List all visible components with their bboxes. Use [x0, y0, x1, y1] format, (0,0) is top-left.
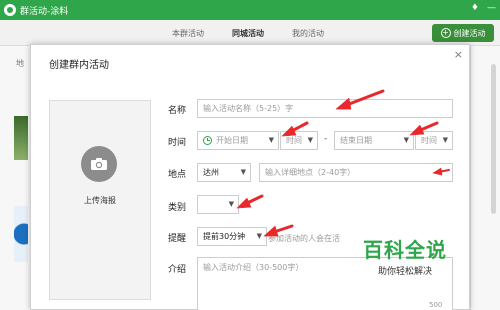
chevron-down-icon: ▼	[228, 200, 234, 208]
watermark-subtitle: 助你轻松解决	[377, 267, 432, 277]
activity-thumbnail[interactable]	[14, 116, 28, 160]
end-time-placeholder: 时间	[421, 136, 437, 145]
date-range-separator: -	[324, 134, 328, 144]
chevron-down-icon: ▼	[256, 232, 262, 240]
activity-tabs: 本群活动 同城活动 我的活动 + 创建活动	[0, 20, 500, 46]
name-input[interactable]: 输入活动名称（5-25）字	[197, 99, 453, 118]
poster-upload-label: 上传海报	[84, 196, 116, 205]
scrollbar[interactable]	[491, 64, 496, 214]
title-bar: 群活动-涂料 ♦ —	[0, 0, 500, 20]
time-label: 时间	[168, 138, 187, 148]
start-date-picker[interactable]: 开始日期 ▼	[197, 131, 279, 150]
tab-local-activities[interactable]: 同城活动	[232, 28, 264, 39]
dialog-title: 创建群内活动	[49, 60, 109, 71]
remind-hint-text: 参加活动的人会在活	[268, 234, 340, 243]
clock-icon	[203, 136, 212, 145]
window-controls: ♦ —	[471, 3, 496, 13]
create-activity-button[interactable]: + 创建活动	[432, 24, 494, 42]
chevron-down-icon: ▼	[240, 168, 246, 176]
chevron-down-icon: ▼	[307, 136, 313, 144]
chevron-down-icon: ▼	[268, 136, 274, 144]
remind-label: 提醒	[168, 234, 187, 244]
create-activity-label: 创建活动	[453, 28, 486, 38]
start-time-placeholder: 时间	[286, 136, 302, 145]
tab-my-activities[interactable]: 我的活动	[292, 28, 324, 39]
chevron-down-icon: ▼	[442, 136, 448, 144]
category-select[interactable]: ▼	[197, 195, 239, 214]
intro-label: 介绍	[168, 265, 187, 275]
address-input-placeholder: 输入详细地点（2-40字）	[265, 168, 356, 177]
start-date-placeholder: 开始日期	[216, 136, 248, 145]
watermark: 百科全说 助你轻松解决	[348, 234, 462, 277]
remind-value: 提前30分钟	[203, 232, 246, 241]
minimize-button[interactable]: —	[487, 3, 496, 13]
skin-icon[interactable]: ♦	[471, 3, 479, 13]
end-time-select[interactable]: 时间 ▼	[415, 131, 453, 150]
chevron-down-icon: ▼	[403, 136, 409, 144]
intro-char-counter: 500	[429, 301, 443, 309]
background-right-panel	[470, 46, 500, 310]
remind-select[interactable]: 提前30分钟 ▼	[197, 227, 267, 246]
category-label: 类别	[168, 203, 187, 213]
tab-group-activities[interactable]: 本群活动	[172, 28, 204, 39]
activity-thumbnail[interactable]	[14, 206, 28, 262]
end-date-placeholder: 结束日期	[340, 136, 372, 145]
background-list: 地	[0, 46, 30, 310]
camera-icon	[81, 146, 117, 182]
location-label: 地点	[168, 170, 187, 180]
app-logo-icon	[4, 4, 16, 16]
name-label: 名称	[168, 106, 187, 116]
start-time-select[interactable]: 时间 ▼	[280, 131, 318, 150]
name-input-placeholder: 输入活动名称（5-25）字	[203, 104, 294, 113]
intro-placeholder: 输入活动介绍（30-500字）	[203, 263, 304, 272]
end-date-picker[interactable]: 结束日期 ▼	[334, 131, 414, 150]
close-icon[interactable]: ×	[454, 48, 463, 61]
poster-upload[interactable]: 上传海报	[49, 100, 151, 300]
address-input[interactable]: 输入详细地点（2-40字）	[259, 163, 453, 182]
plus-icon: +	[440, 28, 451, 38]
city-select[interactable]: 达州 ▼	[197, 163, 251, 182]
window-title: 群活动-涂料	[20, 7, 69, 17]
watermark-title: 百科全说	[363, 238, 447, 262]
city-value: 达州	[203, 168, 219, 177]
background-location-text: 地	[16, 59, 24, 68]
